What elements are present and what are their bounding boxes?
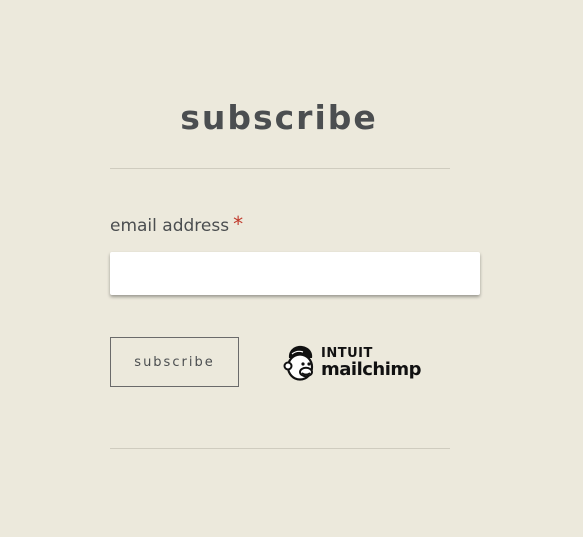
bottom-divider <box>110 448 450 449</box>
email-label-text: email address <box>110 216 230 236</box>
subscribe-button[interactable]: subscribe <box>110 337 239 387</box>
mailchimp-freddie-icon <box>283 344 317 382</box>
mailchimp-badge-link[interactable]: INTUIT mailchimp <box>283 343 422 383</box>
email-label: email address * <box>110 212 243 236</box>
mailchimp-text: mailchimp <box>321 359 422 380</box>
email-input[interactable] <box>110 252 480 295</box>
top-divider <box>110 168 450 169</box>
mailchimp-wordmark: INTUIT mailchimp <box>321 347 422 380</box>
form-title: subscribe <box>180 98 378 137</box>
required-asterisk: * <box>233 212 244 236</box>
